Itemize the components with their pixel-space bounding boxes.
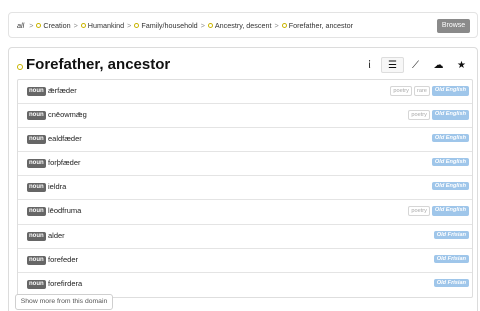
category-dot-icon xyxy=(17,64,23,70)
list-icon[interactable]: ☰ xyxy=(381,57,404,73)
language-badge: Old English xyxy=(431,206,469,217)
list-item[interactable]: noun cnēowmǣg poetry Old English xyxy=(18,104,472,129)
breadcrumb-bar: all > Creation > Humankind > Family/household… xyxy=(8,12,478,38)
headword[interactable]: cnēowmǣg xyxy=(48,110,87,119)
pos-badge: noun xyxy=(27,279,46,289)
breadcrumb-item[interactable]: Forefather, ancestor xyxy=(289,21,353,30)
category-dot-icon xyxy=(36,23,42,28)
tag-group: Old English xyxy=(431,182,469,191)
headword[interactable]: lēodfruma xyxy=(48,206,81,215)
list-item[interactable]: noun ieldra Old English xyxy=(18,176,472,201)
category-card: Forefather, ancestor ἰ ☰ ⟋ ☁ ★ noun ǣrfæder po… xyxy=(8,47,478,311)
info-icon[interactable]: ἰ xyxy=(358,57,381,73)
tag-group: Old Frisian xyxy=(433,230,469,239)
browse-button[interactable]: Browse xyxy=(437,19,470,33)
language-badge: Old English xyxy=(431,110,469,121)
tag-group: Old English xyxy=(431,134,469,143)
pos-badge: noun xyxy=(27,207,46,217)
breadcrumb-item[interactable]: Humankind xyxy=(88,21,124,30)
chart-icon[interactable]: ⟋ xyxy=(404,57,427,73)
headword[interactable]: ealdfæder xyxy=(48,134,82,143)
category-dot-icon xyxy=(80,23,86,28)
tag-group: Old Frisian xyxy=(433,278,469,287)
breadcrumb-separator: > xyxy=(73,21,78,30)
pos-badge: noun xyxy=(27,231,46,241)
headword[interactable]: ǣrfæder xyxy=(48,86,77,95)
tag-group: poetry Old English xyxy=(408,206,469,217)
pos-badge: noun xyxy=(27,135,46,145)
language-badge: Old English xyxy=(431,182,469,191)
usage-tag: poetry xyxy=(408,206,430,217)
list-item[interactable]: noun forefeder Old Frisian xyxy=(18,249,472,273)
list-item[interactable]: noun lēodfruma poetry Old English xyxy=(18,200,472,225)
category-dot-icon xyxy=(207,23,213,28)
pos-badge: noun xyxy=(27,183,46,193)
page-title: Forefather, ancestor xyxy=(26,56,171,73)
breadcrumb-item[interactable]: Creation xyxy=(43,21,70,30)
usage-tag: rare xyxy=(413,86,430,96)
list-item[interactable]: noun forþfæder Old English xyxy=(18,152,472,177)
breadcrumb-all-link[interactable]: all xyxy=(17,21,24,30)
language-badge: Old English xyxy=(431,134,469,143)
star-icon[interactable]: ★ xyxy=(450,57,473,73)
tag-group: Old Frisian xyxy=(433,254,469,263)
list-item[interactable]: noun alder Old Frisian xyxy=(18,225,472,249)
language-badge: Old English xyxy=(431,86,469,96)
headword[interactable]: forþfæder xyxy=(48,158,81,167)
pos-badge: noun xyxy=(27,159,46,169)
headword[interactable]: ieldra xyxy=(48,182,66,191)
tag-group: Old English xyxy=(431,158,469,167)
list-item[interactable]: noun ealdfæder Old English xyxy=(18,128,472,153)
language-badge: Old Frisian xyxy=(433,254,469,263)
pos-badge: noun xyxy=(27,255,46,265)
usage-tag: poetry xyxy=(408,110,430,121)
headword[interactable]: forefirdera xyxy=(48,279,82,288)
usage-tag: poetry xyxy=(390,86,412,96)
show-more-button[interactable]: Show more from this domain xyxy=(15,294,113,310)
breadcrumb: all > Creation > Humankind > Family/household… xyxy=(17,21,353,30)
tag-group: poetry Old English xyxy=(408,110,469,121)
breadcrumb-separator: > xyxy=(127,21,132,30)
pos-badge: noun xyxy=(27,111,46,121)
headword[interactable]: alder xyxy=(48,231,65,240)
language-badge: Old Frisian xyxy=(433,230,469,239)
headword[interactable]: forefeder xyxy=(48,255,78,264)
category-dot-icon xyxy=(134,23,140,28)
category-dot-icon xyxy=(281,23,287,28)
breadcrumb-separator: > xyxy=(29,21,34,30)
breadcrumb-separator: > xyxy=(200,21,205,30)
language-badge: Old English xyxy=(431,158,469,167)
list-item[interactable]: noun ǣrfæder poetry rare Old English xyxy=(18,80,472,105)
language-badge: Old Frisian xyxy=(433,278,469,287)
tag-group: poetry rare Old English xyxy=(390,86,469,96)
breadcrumb-item[interactable]: Ancestry, descent xyxy=(215,21,272,30)
pos-badge: noun xyxy=(27,87,46,96)
breadcrumb-separator: > xyxy=(274,21,279,30)
view-toolbar: ἰ ☰ ⟋ ☁ ★ xyxy=(358,57,473,73)
word-list: noun ǣrfæder poetry rare Old English noun cnēo… xyxy=(17,79,473,298)
cloud-icon[interactable]: ☁ xyxy=(427,57,450,73)
breadcrumb-item[interactable]: Family/household xyxy=(141,21,197,30)
